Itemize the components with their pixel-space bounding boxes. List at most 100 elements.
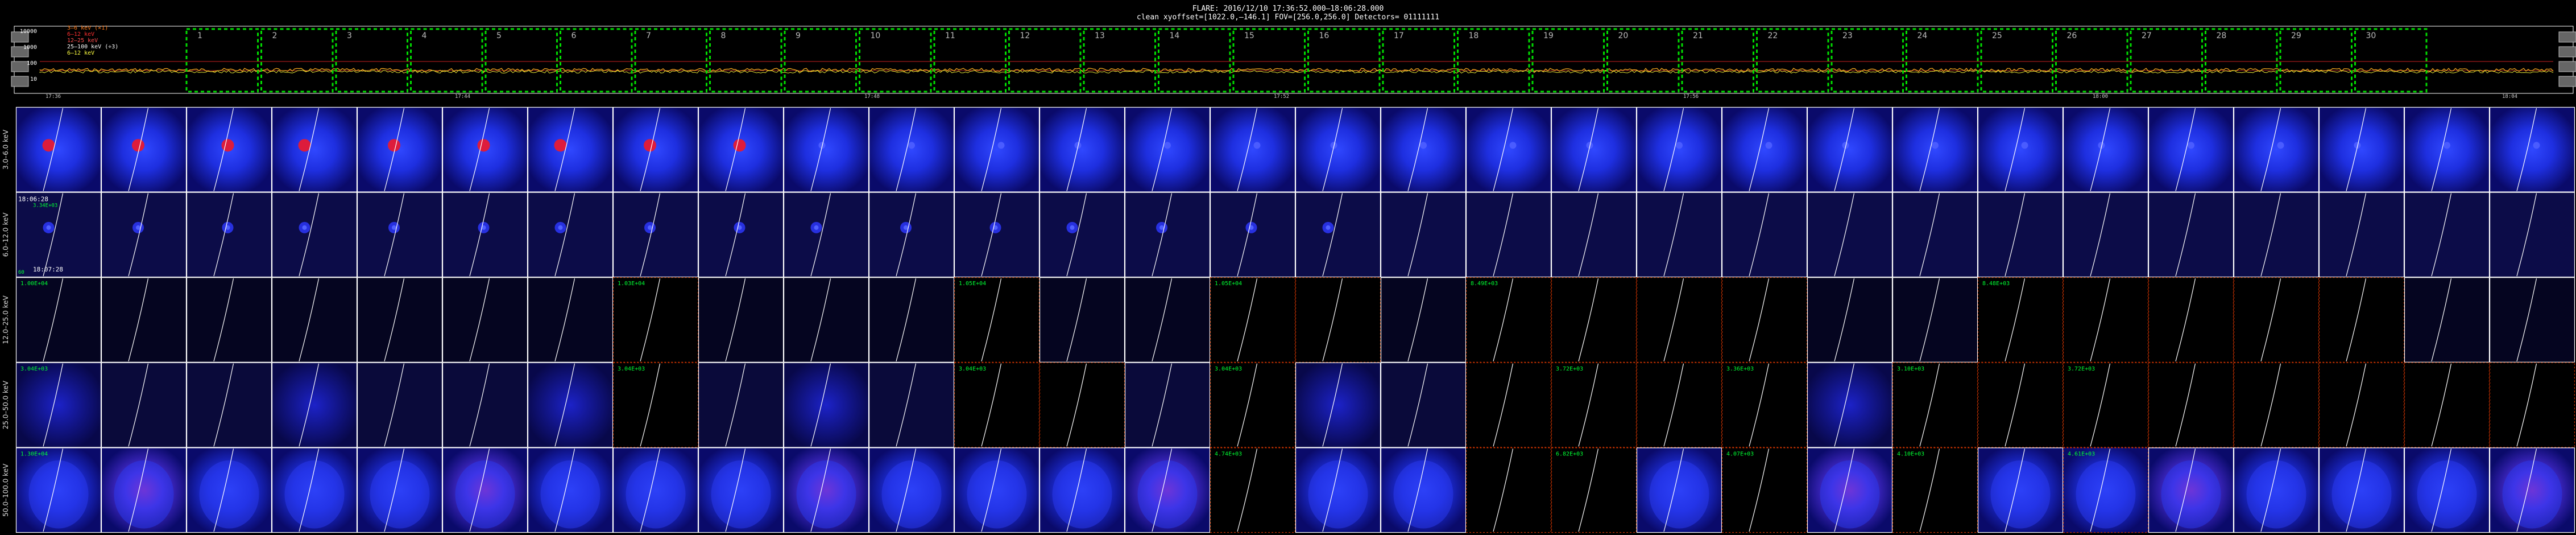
image-panel[interactable] (15, 192, 102, 278)
image-panel[interactable] (1124, 106, 1211, 192)
image-panel[interactable]: 1.05E+04 (954, 277, 1040, 363)
image-panel[interactable] (783, 362, 869, 448)
image-panel[interactable] (2148, 362, 2234, 448)
image-panel[interactable] (527, 447, 614, 533)
image-panel[interactable] (698, 192, 784, 278)
image-panel[interactable] (1039, 277, 1125, 363)
interval-box[interactable]: 26 (2055, 28, 2128, 93)
image-panel[interactable] (527, 277, 614, 363)
image-panel[interactable]: 3.72E+03 (1551, 362, 1637, 448)
image-panel[interactable] (2233, 106, 2320, 192)
interval-box[interactable]: 23 (1830, 28, 1904, 93)
image-panel[interactable] (1636, 447, 1722, 533)
scroll-slot[interactable] (11, 76, 29, 87)
image-panel[interactable] (1465, 106, 1552, 192)
image-panel[interactable] (2233, 192, 2320, 278)
image-panel[interactable]: 3.10E+03 (1892, 362, 1978, 448)
image-panel[interactable] (1039, 106, 1125, 192)
image-panel[interactable] (186, 447, 272, 533)
interval-box[interactable]: 18 (1457, 28, 1530, 93)
image-panel[interactable] (271, 447, 358, 533)
image-panel[interactable] (1977, 362, 2064, 448)
image-panel[interactable] (698, 447, 784, 533)
image-panel[interactable] (868, 447, 955, 533)
image-panel[interactable]: 3.04E+03 (1210, 362, 1296, 448)
image-panel[interactable] (357, 192, 443, 278)
image-panel[interactable] (357, 277, 443, 363)
image-panel[interactable] (442, 192, 528, 278)
image-panel[interactable] (1551, 106, 1637, 192)
scroll-slot[interactable] (11, 61, 29, 72)
image-panel[interactable] (2318, 192, 2405, 278)
interval-box[interactable]: 13 (1083, 28, 1156, 93)
interval-box[interactable]: 22 (1756, 28, 1829, 93)
image-panel[interactable] (2404, 362, 2490, 448)
interval-box[interactable]: 14 (1158, 28, 1231, 93)
image-panel[interactable] (1039, 362, 1125, 448)
image-panel[interactable] (101, 106, 187, 192)
image-panel[interactable] (2489, 106, 2575, 192)
image-panel[interactable] (101, 362, 187, 448)
image-panel[interactable] (1551, 277, 1637, 363)
image-panel[interactable] (1465, 362, 1552, 448)
image-panel[interactable] (868, 106, 955, 192)
image-panel[interactable] (442, 106, 528, 192)
image-panel[interactable] (357, 362, 443, 448)
image-panel[interactable] (868, 362, 955, 448)
image-panel[interactable] (2318, 106, 2405, 192)
image-panel[interactable] (1380, 362, 1467, 448)
scroll-slot[interactable] (2558, 31, 2576, 43)
image-panel[interactable] (1295, 277, 1381, 363)
image-panel[interactable] (1124, 192, 1211, 278)
image-panel[interactable]: 6.82E+03 (1551, 447, 1637, 533)
image-panel[interactable] (2489, 277, 2575, 363)
image-panel[interactable]: 4.07E+03 (1721, 447, 1808, 533)
image-panel[interactable] (1721, 106, 1808, 192)
scroll-slot[interactable] (2558, 46, 2576, 57)
image-panel[interactable] (1807, 106, 1893, 192)
interval-box[interactable]: 8 (709, 28, 782, 93)
image-panel[interactable] (698, 106, 784, 192)
interval-box[interactable]: 5 (484, 28, 558, 93)
interval-box[interactable]: 15 (1232, 28, 1306, 93)
image-panel[interactable] (1892, 192, 1978, 278)
image-panel[interactable] (1124, 362, 1211, 448)
image-panel[interactable] (954, 106, 1040, 192)
image-panel[interactable] (698, 362, 784, 448)
image-panel[interactable] (1039, 192, 1125, 278)
interval-box[interactable]: 9 (784, 28, 857, 93)
image-panel[interactable] (2063, 277, 2149, 363)
image-panel[interactable] (2063, 192, 2149, 278)
image-panel[interactable]: 1.30E+04 (15, 447, 102, 533)
interval-box[interactable]: 21 (1681, 28, 1754, 93)
image-panel[interactable] (1977, 106, 2064, 192)
image-panel[interactable] (2489, 447, 2575, 533)
image-panel[interactable]: 3.04E+03 (954, 362, 1040, 448)
interval-box[interactable]: 17 (1382, 28, 1455, 93)
image-panel[interactable] (1210, 192, 1296, 278)
image-panel[interactable] (1807, 192, 1893, 278)
image-panel[interactable]: 3.04E+03 (612, 362, 699, 448)
image-panel[interactable] (612, 192, 699, 278)
image-panel[interactable] (1295, 362, 1381, 448)
image-panel[interactable] (271, 362, 358, 448)
image-panel[interactable] (1977, 447, 2064, 533)
interval-box[interactable]: 6 (560, 28, 633, 93)
interval-box[interactable]: 4 (410, 28, 483, 93)
image-panel[interactable] (1380, 192, 1467, 278)
image-panel[interactable] (2404, 447, 2490, 533)
image-panel[interactable] (2318, 447, 2405, 533)
image-panel[interactable]: 3.04E+03 (15, 362, 102, 448)
image-panel[interactable] (2404, 277, 2490, 363)
image-panel[interactable] (1636, 106, 1722, 192)
image-panel[interactable] (2233, 362, 2320, 448)
image-panel[interactable] (2148, 106, 2234, 192)
interval-box[interactable]: 16 (1307, 28, 1381, 93)
interval-box[interactable]: 30 (2354, 28, 2428, 93)
scroll-slot[interactable] (2558, 76, 2576, 87)
image-panel[interactable]: 3.36E+03 (1721, 362, 1808, 448)
image-panel[interactable] (1124, 277, 1211, 363)
image-panel[interactable] (1807, 362, 1893, 448)
image-panel[interactable]: 4.61E+03 (2063, 447, 2149, 533)
image-panel[interactable] (101, 192, 187, 278)
